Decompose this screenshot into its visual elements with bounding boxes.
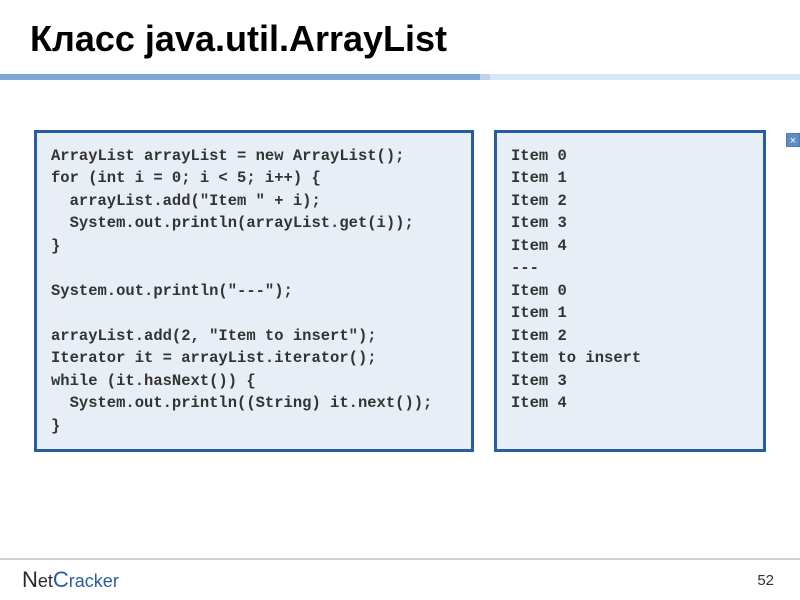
logo-part-c: C xyxy=(53,567,69,592)
slide-title: Класс java.util.ArrayList xyxy=(30,18,770,60)
code-box: ArrayList arrayList = new ArrayList(); f… xyxy=(34,130,474,452)
divider-segment xyxy=(0,74,480,80)
divider-segment xyxy=(480,74,490,80)
logo-part-et: et xyxy=(38,571,53,591)
slide: Класс java.util.ArrayList × ArrayList ar… xyxy=(0,0,800,600)
divider xyxy=(30,74,770,80)
footer: NetCracker 52 xyxy=(0,558,800,600)
close-icon[interactable]: × xyxy=(786,133,800,147)
logo-part-racker: racker xyxy=(69,571,119,591)
logo-part-n: N xyxy=(22,567,38,592)
divider-segment xyxy=(490,74,800,80)
output-box: Item 0 Item 1 Item 2 Item 3 Item 4 --- I… xyxy=(494,130,766,452)
logo: NetCracker xyxy=(22,567,119,593)
content-row: ArrayList arrayList = new ArrayList(); f… xyxy=(30,130,770,452)
page-number: 52 xyxy=(757,572,774,589)
